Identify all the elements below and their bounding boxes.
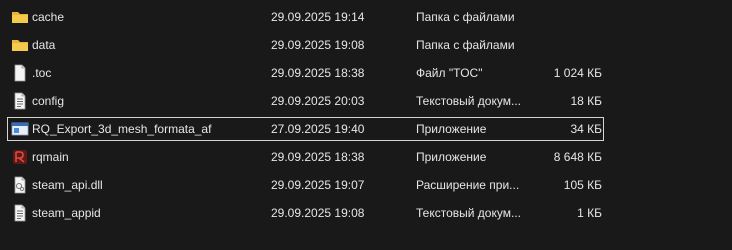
- file-type: Приложение: [416, 122, 487, 136]
- file-date: 29.09.2025 20:03: [271, 94, 365, 108]
- file-type: Папка с файлами: [416, 10, 515, 24]
- file-size: 105 КБ: [563, 178, 602, 192]
- file-name: data: [32, 38, 56, 52]
- file-row-toc[interactable]: .toc 29.09.2025 18:38 Файл "TOC" 1 024 К…: [7, 61, 604, 85]
- file-row-data[interactable]: data 29.09.2025 19:08 Папка с файлами: [7, 33, 604, 57]
- file-name: steam_api.dll: [32, 178, 103, 192]
- file-list: cache 29.09.2025 19:14 Папка с файлами d…: [0, 0, 732, 250]
- file-size: 34 КБ: [570, 122, 602, 136]
- file-name: rqmain: [32, 150, 69, 164]
- file-date: 29.09.2025 19:14: [271, 10, 365, 24]
- file-date: 29.09.2025 19:08: [271, 38, 365, 52]
- blank-file-icon: [11, 64, 29, 82]
- folder-icon: [11, 8, 29, 26]
- file-size: 8 648 КБ: [553, 150, 602, 164]
- file-size: 1 КБ: [577, 206, 602, 220]
- file-type: Текстовый докум...: [416, 94, 521, 108]
- file-name: config: [32, 94, 65, 108]
- file-size: [518, 34, 602, 56]
- text-file-icon: [11, 92, 29, 110]
- file-row-steam-api-dll[interactable]: steam_api.dll 29.09.2025 19:07 Расширени…: [7, 173, 604, 197]
- file-type: Файл "TOC": [416, 66, 483, 80]
- file-date: 29.09.2025 19:07: [271, 178, 365, 192]
- file-date: 29.09.2025 18:38: [271, 150, 365, 164]
- file-row-rqmain[interactable]: rqmain 29.09.2025 18:38 Приложение 8 648…: [7, 145, 604, 169]
- file-name: cache: [32, 10, 65, 24]
- file-type: Папка с файлами: [416, 38, 515, 52]
- file-name: .toc: [32, 66, 52, 80]
- file-row-rq-export[interactable]: RQ_Export_3d_mesh_formata_af 27.09.2025 …: [7, 117, 604, 141]
- application-window-icon: [11, 120, 29, 138]
- file-row-config[interactable]: config 29.09.2025 20:03 Текстовый докум.…: [7, 89, 604, 113]
- file-name: steam_appid: [32, 206, 101, 220]
- file-name: RQ_Export_3d_mesh_formata_af: [32, 122, 212, 136]
- file-type: Приложение: [416, 150, 487, 164]
- file-row-cache[interactable]: cache 29.09.2025 19:14 Папка с файлами: [7, 5, 604, 29]
- text-file-icon: [11, 204, 29, 222]
- dll-file-icon: [11, 176, 29, 194]
- file-row-steam-appid[interactable]: steam_appid 29.09.2025 19:08 Текстовый д…: [7, 201, 604, 225]
- file-size: 1 024 КБ: [553, 66, 602, 80]
- file-size: 18 КБ: [570, 94, 602, 108]
- file-date: 27.09.2025 19:40: [271, 122, 365, 136]
- file-size: [518, 6, 602, 28]
- folder-icon: [11, 36, 29, 54]
- rqmain-app-icon: [11, 148, 29, 166]
- file-type: Расширение при...: [416, 178, 520, 192]
- file-date: 29.09.2025 18:38: [271, 66, 365, 80]
- file-date: 29.09.2025 19:08: [271, 206, 365, 220]
- file-type: Текстовый докум...: [416, 206, 521, 220]
